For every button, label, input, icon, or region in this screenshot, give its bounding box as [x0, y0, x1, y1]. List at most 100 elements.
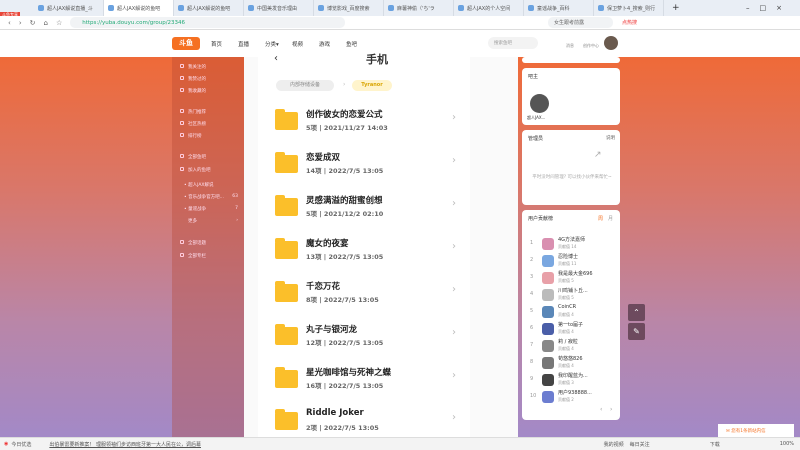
user-avatar[interactable] — [542, 306, 554, 318]
picks-label[interactable]: 今日优选 — [11, 441, 31, 448]
rank-item[interactable]: 9 我印醒蓝为... 贡献值 3 — [528, 372, 616, 390]
rank-item[interactable]: 8 苟悠悠826 贡献值 4 — [528, 355, 616, 373]
owner-name[interactable]: 超人JAX... — [527, 115, 545, 121]
rank-item[interactable]: 10 用户938888... 贡献值 2 — [528, 389, 616, 407]
joined-bar[interactable]: • 音乐战争官方吧... 63 — [184, 194, 238, 200]
user-avatar[interactable] — [542, 374, 554, 386]
avatar[interactable] — [604, 36, 618, 50]
rank-item[interactable]: 5 CoinCR 贡献值 4 — [528, 304, 616, 322]
rank-item[interactable]: 2 忍险博士 贡献值 11 — [528, 253, 616, 271]
user-name[interactable]: 川鸣铺卜丘... — [558, 287, 588, 294]
nav-video[interactable]: 视频 — [292, 40, 303, 48]
window-controls[interactable]: –□× — [746, 4, 792, 12]
creator-label[interactable]: 创作中心 — [583, 43, 599, 49]
sidebar-item[interactable]: 我赞过的 — [180, 76, 206, 82]
sidebar-item[interactable]: 排行榜 — [180, 133, 202, 139]
rank-item[interactable]: 4 川鸣铺卜丘... 贡献值 5 — [528, 287, 616, 305]
user-name[interactable]: 我是最大金696 — [558, 270, 593, 277]
user-name[interactable]: CoinCR — [558, 304, 576, 310]
scroll-top-button[interactable]: ⌃ — [628, 304, 645, 321]
tab-active[interactable]: 超人JAX解说的鱼吧 — [104, 0, 174, 16]
sidebar-item[interactable]: 我关注的 — [180, 64, 206, 70]
rank-item[interactable]: 1 4G方法嘉师 贡献值 14 — [528, 236, 616, 254]
more-link[interactable]: 更多 › — [188, 218, 238, 224]
folder-row: 创作彼女的恋爱公式 5项 | 2021/11/27 14:03 › — [275, 106, 465, 142]
edit-button[interactable]: ✎ — [628, 323, 645, 340]
user-name[interactable]: 4G方法嘉师 — [558, 236, 585, 243]
user-avatar[interactable] — [542, 340, 554, 352]
user-avatar[interactable] — [542, 391, 554, 403]
site-search-input[interactable]: 搜索鱼吧 — [488, 37, 538, 49]
hot-search[interactable]: 点热搜 — [622, 19, 637, 26]
rank-tab-week[interactable]: 周 — [598, 215, 603, 222]
sidebar-item[interactable]: 全部鱼吧 — [180, 154, 206, 160]
prev-page[interactable]: ‹ — [600, 406, 602, 413]
nav-game[interactable]: 游戏 — [319, 40, 330, 48]
download[interactable]: 下载 — [710, 441, 720, 448]
nav-category[interactable]: 分类▾ — [265, 40, 279, 48]
user-avatar[interactable] — [542, 289, 554, 301]
sidebar-item[interactable]: 我收藏的 — [180, 88, 206, 94]
reload-icon[interactable]: ↻ — [30, 19, 36, 27]
folder-title: 千恋万花 — [306, 282, 341, 292]
message-notice[interactable]: ✉ 您有1条新站内信 — [718, 424, 794, 437]
news-link[interactable]: 出伯暴雷要新推案！ 理服领袖们步访西班牙第一大人民在公，调后幕 — [49, 441, 201, 448]
nav-live[interactable]: 直播 — [238, 40, 249, 48]
back-icon[interactable]: ‹ — [8, 19, 11, 27]
my-video[interactable]: 我的视频 — [604, 441, 624, 448]
nav-home[interactable]: 首页 — [211, 40, 222, 48]
rank-item[interactable]: 6 第一to届子 贡献值 4 — [528, 321, 616, 339]
owner-card: 吧主 超人JAX... — [522, 68, 620, 125]
joined-bar[interactable]: • 童谣战争 7 — [184, 206, 238, 212]
info-card — [522, 57, 620, 63]
tab[interactable]: 超人JAX的个人空间 — [454, 0, 524, 16]
folder-meta: 13项 | 2022/7/5 13:05 — [306, 253, 384, 261]
douyu-logo[interactable]: 斗鱼 — [172, 37, 200, 50]
tab[interactable]: 超人JAX解说的鱼吧 — [174, 0, 244, 16]
zoom-level[interactable]: 100% — [780, 441, 794, 447]
new-tab-button[interactable]: + — [672, 3, 680, 13]
rank-item[interactable]: 7 莉 / 寂粒 贡献值 4 — [528, 338, 616, 356]
user-name[interactable]: 用户938888... — [558, 389, 592, 396]
user-name[interactable]: 莉 / 寂粒 — [558, 338, 578, 345]
folder-meta: 8项 | 2022/7/5 13:05 — [306, 296, 379, 304]
forward-icon[interactable]: › — [19, 19, 22, 27]
user-avatar[interactable] — [542, 238, 554, 250]
tab[interactable]: 超人JAX解说直播_斗 — [34, 0, 104, 16]
user-avatar[interactable] — [542, 323, 554, 335]
picks-icon: ◉ — [4, 441, 9, 447]
sidebar-item[interactable]: 全部专栏 — [180, 253, 206, 259]
joined-bar[interactable]: • 超人JAX解说 — [184, 182, 238, 188]
rank-tab-month[interactable]: 月 — [608, 215, 613, 222]
sidebar-item[interactable]: 热门推荐 — [180, 109, 206, 115]
daily-follow[interactable]: 每日关注 — [630, 441, 650, 448]
admin-info-link[interactable]: 说明 — [606, 135, 615, 141]
sidebar-item[interactable]: 社区热榜 — [180, 121, 206, 127]
next-page[interactable]: › — [610, 406, 612, 413]
user-avatar[interactable] — [542, 357, 554, 369]
tab[interactable]: 中国美发音乐理由 — [244, 0, 314, 16]
tab[interactable]: 童谣战争_百科 — [524, 0, 594, 16]
tab[interactable]: 保卫萝卜4_搜索_则行 — [594, 0, 664, 16]
rank-item[interactable]: 3 我是最大金696 贡献值 5 — [528, 270, 616, 288]
tab[interactable]: 博览影戏_百度搜索 — [314, 0, 384, 16]
sidebar-item[interactable]: 全部话题 — [180, 240, 206, 246]
user-avatar[interactable] — [542, 255, 554, 267]
tab[interactable]: 麻薯神偷（'ち'ラ — [384, 0, 454, 16]
user-avatar[interactable] — [542, 272, 554, 284]
messages-label[interactable]: 消息 — [566, 43, 574, 49]
user-name[interactable]: 苟悠悠826 — [558, 355, 583, 362]
url-input[interactable]: https://yuba.douyu.com/group/23346 — [70, 17, 346, 28]
owner-title: 吧主 — [528, 74, 539, 80]
owner-avatar[interactable] — [530, 94, 549, 113]
home-icon[interactable]: ⌂ — [44, 19, 48, 27]
nav-yuba[interactable]: 鱼吧 — [346, 40, 357, 48]
browser-search-input[interactable]: 女生跟考前露 — [548, 17, 613, 28]
user-name[interactable]: 第一to届子 — [558, 321, 583, 328]
folder-icon — [275, 281, 298, 302]
user-name[interactable]: 我印醒蓝为... — [558, 372, 588, 379]
user-name[interactable]: 忍险博士 — [558, 253, 578, 260]
folder-row: 恋爱成双 14项 | 2022/7/5 13:05 › — [275, 149, 465, 185]
star-icon[interactable]: ☆ — [56, 19, 62, 27]
sidebar-item[interactable]: 加入的鱼吧 — [180, 167, 211, 173]
